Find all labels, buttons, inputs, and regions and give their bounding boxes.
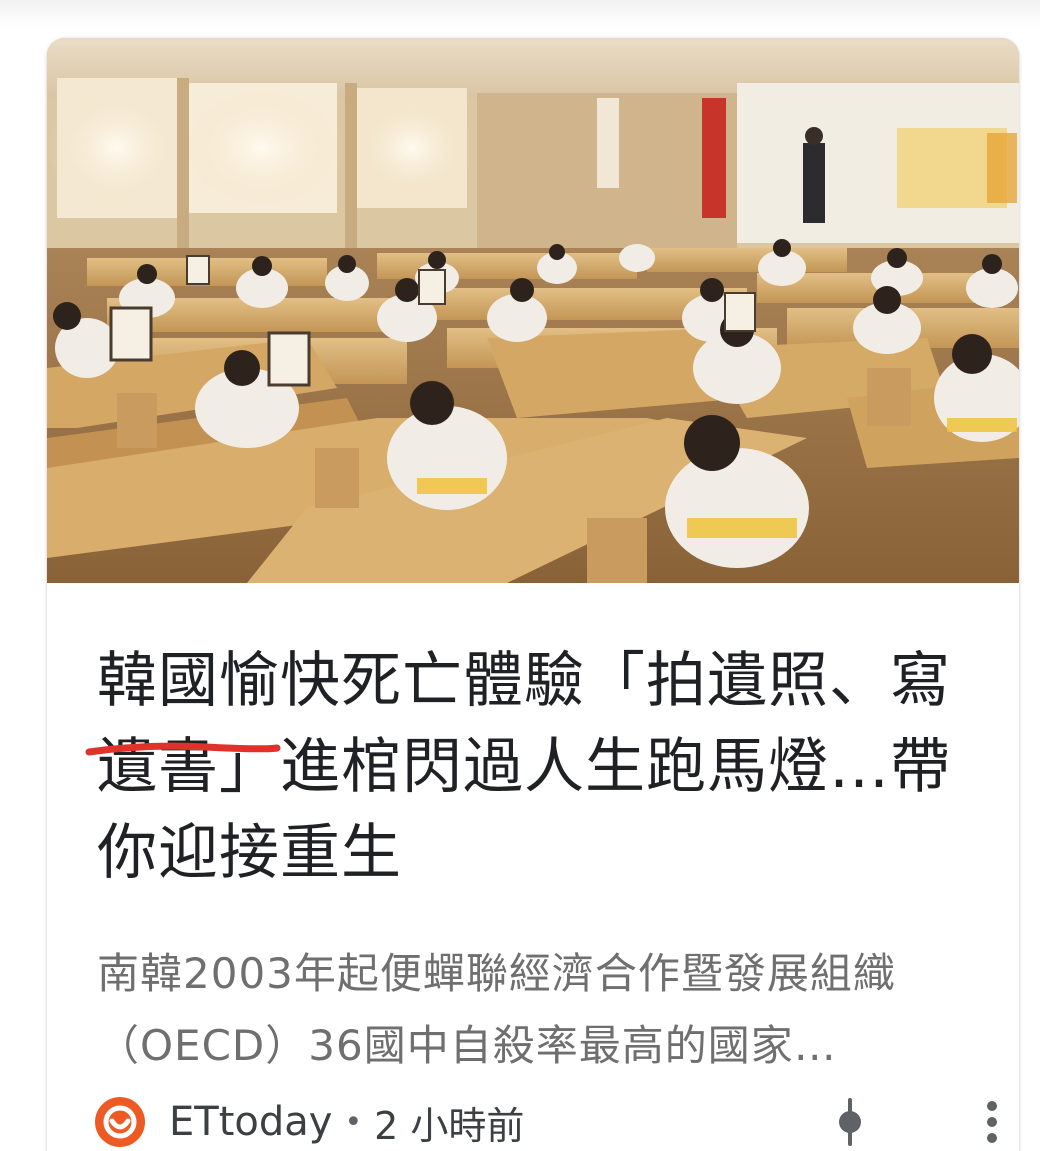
news-card[interactable]: 韓國愉快死亡體驗「拍遺照、寫遺書」進棺閃過人生跑馬燈…帶你迎接重生 南韓2003… [47, 38, 1019, 1151]
previous-card-edge [0, 0, 1040, 30]
slider-icon[interactable] [835, 1098, 865, 1146]
article-meta-row: ETtoday • 2 小時前 [95, 1092, 997, 1151]
meta-separator: • [344, 1104, 363, 1140]
more-vertical-icon[interactable] [977, 1098, 1007, 1146]
ettoday-logo-icon [95, 1097, 145, 1147]
news-feed-page: 韓國愉快死亡體驗「拍遺照、寫遺書」進棺閃過人生跑馬燈…帶你迎接重生 南韓2003… [0, 0, 1040, 1151]
published-time: 2 小時前 [374, 1103, 525, 1148]
article-title[interactable]: 韓國愉快死亡體驗「拍遺照、寫遺書」進棺閃過人生跑馬燈…帶你迎接重生 [97, 638, 977, 896]
red-underline-annotation [85, 742, 281, 756]
article-image[interactable] [47, 38, 1019, 583]
source-name[interactable]: ETtoday [169, 1099, 332, 1145]
article-snippet: 南韓2003年起便蟬聯經濟合作暨發展組織（OECD）36國中自殺率最高的國家… [97, 949, 896, 1070]
